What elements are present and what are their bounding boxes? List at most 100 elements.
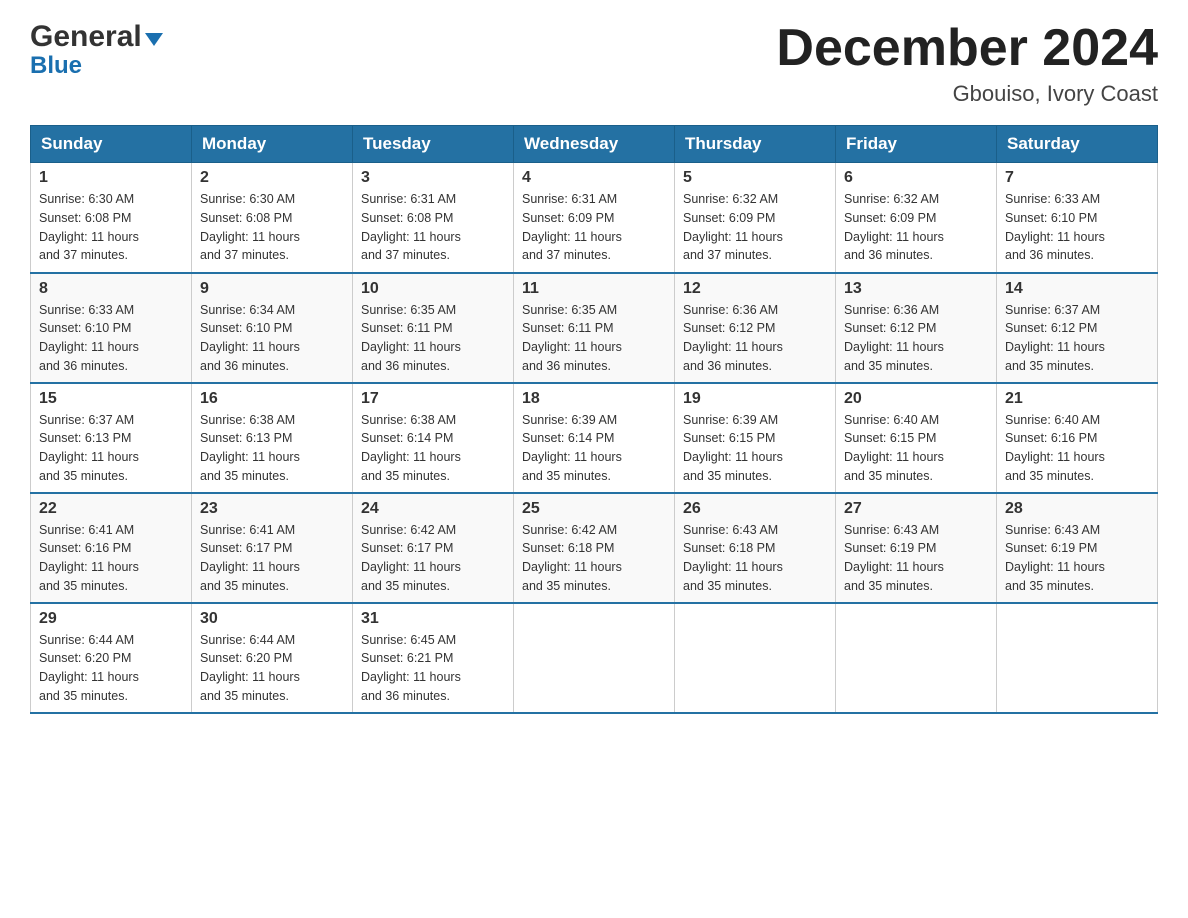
day-number: 10 xyxy=(361,280,505,298)
day-info: Sunrise: 6:35 AM Sunset: 6:11 PM Dayligh… xyxy=(522,301,666,376)
day-info: Sunrise: 6:40 AM Sunset: 6:16 PM Dayligh… xyxy=(1005,411,1149,486)
calendar-week-row: 29 Sunrise: 6:44 AM Sunset: 6:20 PM Dayl… xyxy=(31,603,1158,713)
calendar-cell: 10 Sunrise: 6:35 AM Sunset: 6:11 PM Dayl… xyxy=(353,273,514,383)
logo-arrow-icon xyxy=(145,33,163,46)
day-number: 30 xyxy=(200,610,344,628)
calendar-cell: 31 Sunrise: 6:45 AM Sunset: 6:21 PM Dayl… xyxy=(353,603,514,713)
weekday-header-row: SundayMondayTuesdayWednesdayThursdayFrid… xyxy=(31,126,1158,163)
calendar-cell: 2 Sunrise: 6:30 AM Sunset: 6:08 PM Dayli… xyxy=(192,163,353,273)
weekday-header-thursday: Thursday xyxy=(675,126,836,163)
calendar-cell xyxy=(836,603,997,713)
day-info: Sunrise: 6:40 AM Sunset: 6:15 PM Dayligh… xyxy=(844,411,988,486)
day-number: 5 xyxy=(683,169,827,187)
day-number: 11 xyxy=(522,280,666,298)
day-number: 22 xyxy=(39,500,183,518)
calendar-week-row: 15 Sunrise: 6:37 AM Sunset: 6:13 PM Dayl… xyxy=(31,383,1158,493)
day-info: Sunrise: 6:36 AM Sunset: 6:12 PM Dayligh… xyxy=(844,301,988,376)
day-number: 2 xyxy=(200,169,344,187)
day-info: Sunrise: 6:31 AM Sunset: 6:09 PM Dayligh… xyxy=(522,190,666,265)
calendar-cell: 19 Sunrise: 6:39 AM Sunset: 6:15 PM Dayl… xyxy=(675,383,836,493)
day-info: Sunrise: 6:37 AM Sunset: 6:13 PM Dayligh… xyxy=(39,411,183,486)
day-number: 25 xyxy=(522,500,666,518)
day-info: Sunrise: 6:33 AM Sunset: 6:10 PM Dayligh… xyxy=(1005,190,1149,265)
day-number: 20 xyxy=(844,390,988,408)
calendar-cell: 24 Sunrise: 6:42 AM Sunset: 6:17 PM Dayl… xyxy=(353,493,514,603)
day-number: 3 xyxy=(361,169,505,187)
weekday-header-wednesday: Wednesday xyxy=(514,126,675,163)
day-number: 28 xyxy=(1005,500,1149,518)
day-info: Sunrise: 6:41 AM Sunset: 6:16 PM Dayligh… xyxy=(39,521,183,596)
day-number: 31 xyxy=(361,610,505,628)
day-info: Sunrise: 6:45 AM Sunset: 6:21 PM Dayligh… xyxy=(361,631,505,706)
page-header: General Blue December 2024 Gbouiso, Ivor… xyxy=(30,20,1158,107)
weekday-header-monday: Monday xyxy=(192,126,353,163)
day-number: 18 xyxy=(522,390,666,408)
calendar-week-row: 22 Sunrise: 6:41 AM Sunset: 6:16 PM Dayl… xyxy=(31,493,1158,603)
day-info: Sunrise: 6:30 AM Sunset: 6:08 PM Dayligh… xyxy=(200,190,344,265)
weekday-header-friday: Friday xyxy=(836,126,997,163)
day-number: 6 xyxy=(844,169,988,187)
calendar-cell: 15 Sunrise: 6:37 AM Sunset: 6:13 PM Dayl… xyxy=(31,383,192,493)
day-number: 27 xyxy=(844,500,988,518)
day-number: 23 xyxy=(200,500,344,518)
calendar-cell: 1 Sunrise: 6:30 AM Sunset: 6:08 PM Dayli… xyxy=(31,163,192,273)
calendar-week-row: 1 Sunrise: 6:30 AM Sunset: 6:08 PM Dayli… xyxy=(31,163,1158,273)
day-info: Sunrise: 6:34 AM Sunset: 6:10 PM Dayligh… xyxy=(200,301,344,376)
day-number: 13 xyxy=(844,280,988,298)
day-number: 8 xyxy=(39,280,183,298)
day-info: Sunrise: 6:43 AM Sunset: 6:18 PM Dayligh… xyxy=(683,521,827,596)
day-info: Sunrise: 6:39 AM Sunset: 6:14 PM Dayligh… xyxy=(522,411,666,486)
day-info: Sunrise: 6:30 AM Sunset: 6:08 PM Dayligh… xyxy=(39,190,183,265)
day-info: Sunrise: 6:33 AM Sunset: 6:10 PM Dayligh… xyxy=(39,301,183,376)
calendar-cell: 30 Sunrise: 6:44 AM Sunset: 6:20 PM Dayl… xyxy=(192,603,353,713)
calendar-cell: 6 Sunrise: 6:32 AM Sunset: 6:09 PM Dayli… xyxy=(836,163,997,273)
calendar-cell xyxy=(997,603,1158,713)
month-title: December 2024 xyxy=(776,20,1158,77)
calendar-cell: 8 Sunrise: 6:33 AM Sunset: 6:10 PM Dayli… xyxy=(31,273,192,383)
calendar-cell: 7 Sunrise: 6:33 AM Sunset: 6:10 PM Dayli… xyxy=(997,163,1158,273)
calendar-cell: 9 Sunrise: 6:34 AM Sunset: 6:10 PM Dayli… xyxy=(192,273,353,383)
day-number: 29 xyxy=(39,610,183,628)
calendar-cell: 22 Sunrise: 6:41 AM Sunset: 6:16 PM Dayl… xyxy=(31,493,192,603)
day-number: 1 xyxy=(39,169,183,187)
calendar-cell: 16 Sunrise: 6:38 AM Sunset: 6:13 PM Dayl… xyxy=(192,383,353,493)
calendar-cell: 20 Sunrise: 6:40 AM Sunset: 6:15 PM Dayl… xyxy=(836,383,997,493)
logo: General Blue xyxy=(30,20,163,80)
title-section: December 2024 Gbouiso, Ivory Coast xyxy=(776,20,1158,107)
day-info: Sunrise: 6:38 AM Sunset: 6:13 PM Dayligh… xyxy=(200,411,344,486)
calendar-cell: 23 Sunrise: 6:41 AM Sunset: 6:17 PM Dayl… xyxy=(192,493,353,603)
day-info: Sunrise: 6:36 AM Sunset: 6:12 PM Dayligh… xyxy=(683,301,827,376)
day-number: 24 xyxy=(361,500,505,518)
day-number: 7 xyxy=(1005,169,1149,187)
calendar-cell: 13 Sunrise: 6:36 AM Sunset: 6:12 PM Dayl… xyxy=(836,273,997,383)
weekday-header-tuesday: Tuesday xyxy=(353,126,514,163)
day-info: Sunrise: 6:44 AM Sunset: 6:20 PM Dayligh… xyxy=(200,631,344,706)
day-number: 17 xyxy=(361,390,505,408)
day-info: Sunrise: 6:37 AM Sunset: 6:12 PM Dayligh… xyxy=(1005,301,1149,376)
day-number: 14 xyxy=(1005,280,1149,298)
calendar-cell: 11 Sunrise: 6:35 AM Sunset: 6:11 PM Dayl… xyxy=(514,273,675,383)
calendar-table: SundayMondayTuesdayWednesdayThursdayFrid… xyxy=(30,125,1158,714)
day-number: 26 xyxy=(683,500,827,518)
day-number: 16 xyxy=(200,390,344,408)
calendar-cell: 14 Sunrise: 6:37 AM Sunset: 6:12 PM Dayl… xyxy=(997,273,1158,383)
day-info: Sunrise: 6:32 AM Sunset: 6:09 PM Dayligh… xyxy=(683,190,827,265)
day-number: 19 xyxy=(683,390,827,408)
weekday-header-saturday: Saturday xyxy=(997,126,1158,163)
day-number: 15 xyxy=(39,390,183,408)
calendar-cell: 26 Sunrise: 6:43 AM Sunset: 6:18 PM Dayl… xyxy=(675,493,836,603)
calendar-cell: 3 Sunrise: 6:31 AM Sunset: 6:08 PM Dayli… xyxy=(353,163,514,273)
calendar-cell: 21 Sunrise: 6:40 AM Sunset: 6:16 PM Dayl… xyxy=(997,383,1158,493)
logo-blue-text: Blue xyxy=(30,52,82,80)
calendar-cell: 18 Sunrise: 6:39 AM Sunset: 6:14 PM Dayl… xyxy=(514,383,675,493)
day-info: Sunrise: 6:32 AM Sunset: 6:09 PM Dayligh… xyxy=(844,190,988,265)
day-number: 9 xyxy=(200,280,344,298)
calendar-cell xyxy=(675,603,836,713)
day-number: 12 xyxy=(683,280,827,298)
calendar-cell: 5 Sunrise: 6:32 AM Sunset: 6:09 PM Dayli… xyxy=(675,163,836,273)
weekday-header-sunday: Sunday xyxy=(31,126,192,163)
day-info: Sunrise: 6:43 AM Sunset: 6:19 PM Dayligh… xyxy=(1005,521,1149,596)
day-info: Sunrise: 6:35 AM Sunset: 6:11 PM Dayligh… xyxy=(361,301,505,376)
calendar-cell: 12 Sunrise: 6:36 AM Sunset: 6:12 PM Dayl… xyxy=(675,273,836,383)
calendar-cell: 29 Sunrise: 6:44 AM Sunset: 6:20 PM Dayl… xyxy=(31,603,192,713)
